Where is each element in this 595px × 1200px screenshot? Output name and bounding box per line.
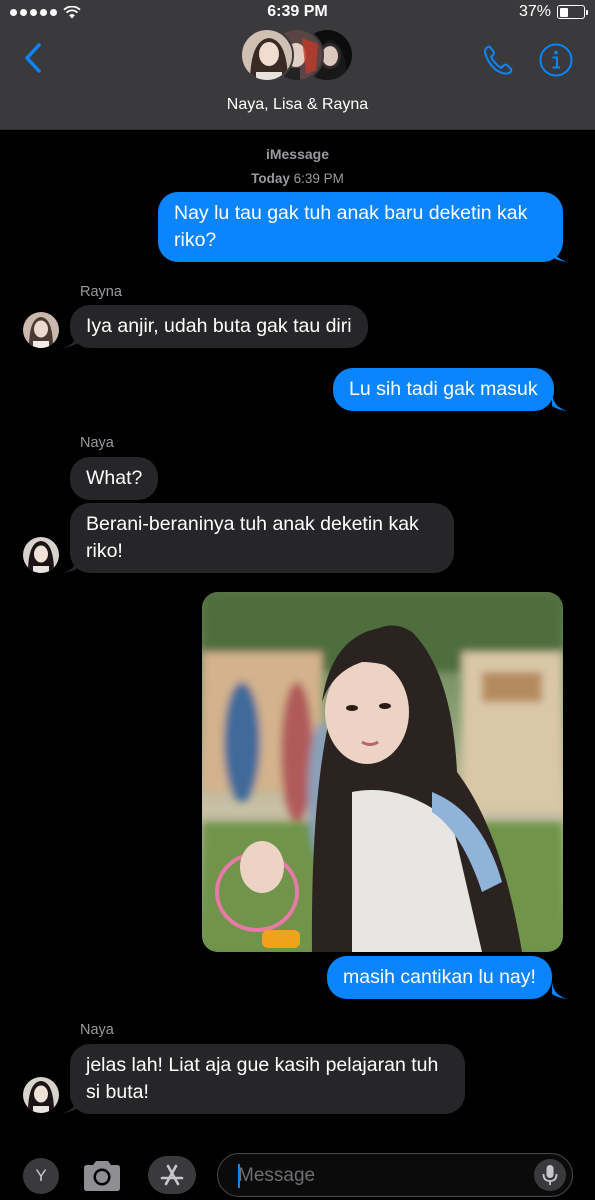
compose-bar: Y (0, 1148, 595, 1200)
status-time: 6:39 PM (267, 3, 328, 20)
sender-name: Rayna (80, 284, 122, 300)
camera-button[interactable] (80, 1158, 124, 1194)
bubble-tail (62, 1096, 78, 1113)
signal-strength-icon (10, 8, 57, 16)
dictation-button[interactable] (534, 1159, 566, 1191)
timestamp-date: Today (251, 171, 290, 186)
battery-icon (557, 5, 588, 19)
group-name[interactable]: Naya, Lisa & Rayna (0, 96, 595, 114)
app-y-button[interactable]: Y (23, 1158, 59, 1194)
group-avatars[interactable] (240, 28, 356, 84)
message-received[interactable]: Iya anjir, udah buta gak tau diri (70, 305, 368, 348)
info-icon (539, 43, 573, 77)
bubble-tail (552, 982, 568, 999)
photo-image (202, 592, 563, 952)
bubble-tail (62, 556, 78, 573)
app-store-button[interactable] (148, 1156, 196, 1194)
message-received[interactable]: Berani-beraninya tuh anak deketin kak ri… (70, 503, 454, 573)
avatar-naya-small[interactable] (23, 1077, 59, 1113)
message-sent[interactable]: Nay lu tau gak tuh anak baru deketin kak… (158, 192, 563, 262)
status-right: 37% (518, 3, 588, 21)
phone-icon (484, 45, 513, 75)
photo-attachment[interactable] (202, 592, 563, 952)
timestamp-time: 6:39 PM (293, 171, 344, 186)
battery-percent: 37% (518, 3, 551, 20)
bubble-tail (552, 394, 568, 411)
back-button[interactable] (18, 40, 48, 76)
service-label: iMessage (265, 146, 330, 162)
battery-level (559, 7, 568, 17)
avatar-rayna-small[interactable] (23, 312, 59, 348)
status-left (10, 5, 81, 19)
sender-name: Naya (80, 435, 114, 451)
message-input[interactable] (238, 1162, 518, 1190)
message-sent[interactable]: Lu sih tadi gak masuk (333, 368, 554, 411)
chevron-left-icon (25, 43, 41, 73)
avatar-naya-small[interactable] (23, 537, 59, 573)
bubble-tail (62, 331, 78, 348)
call-button[interactable] (480, 42, 516, 78)
message-received[interactable]: jelas lah! Liat aja gue kasih pelajaran … (70, 1044, 465, 1114)
app-store-icon (160, 1164, 184, 1186)
camera-icon (84, 1161, 120, 1191)
avatar-naya (240, 28, 294, 82)
info-button[interactable] (538, 42, 574, 78)
conversation-header: Naya, Lisa & Rayna (0, 24, 595, 130)
status-bar: 6:39 PM 37% (0, 0, 595, 24)
wifi-icon (63, 5, 81, 18)
timestamp: Today 6:39 PM (0, 171, 595, 186)
message-sent[interactable]: masih cantikan lu nay! (327, 956, 552, 999)
message-received[interactable]: What? (70, 457, 159, 500)
bubble-tail (552, 245, 568, 262)
sender-name: Naya (80, 1022, 114, 1038)
microphone-icon (542, 1165, 558, 1185)
message-field[interactable] (217, 1153, 573, 1197)
